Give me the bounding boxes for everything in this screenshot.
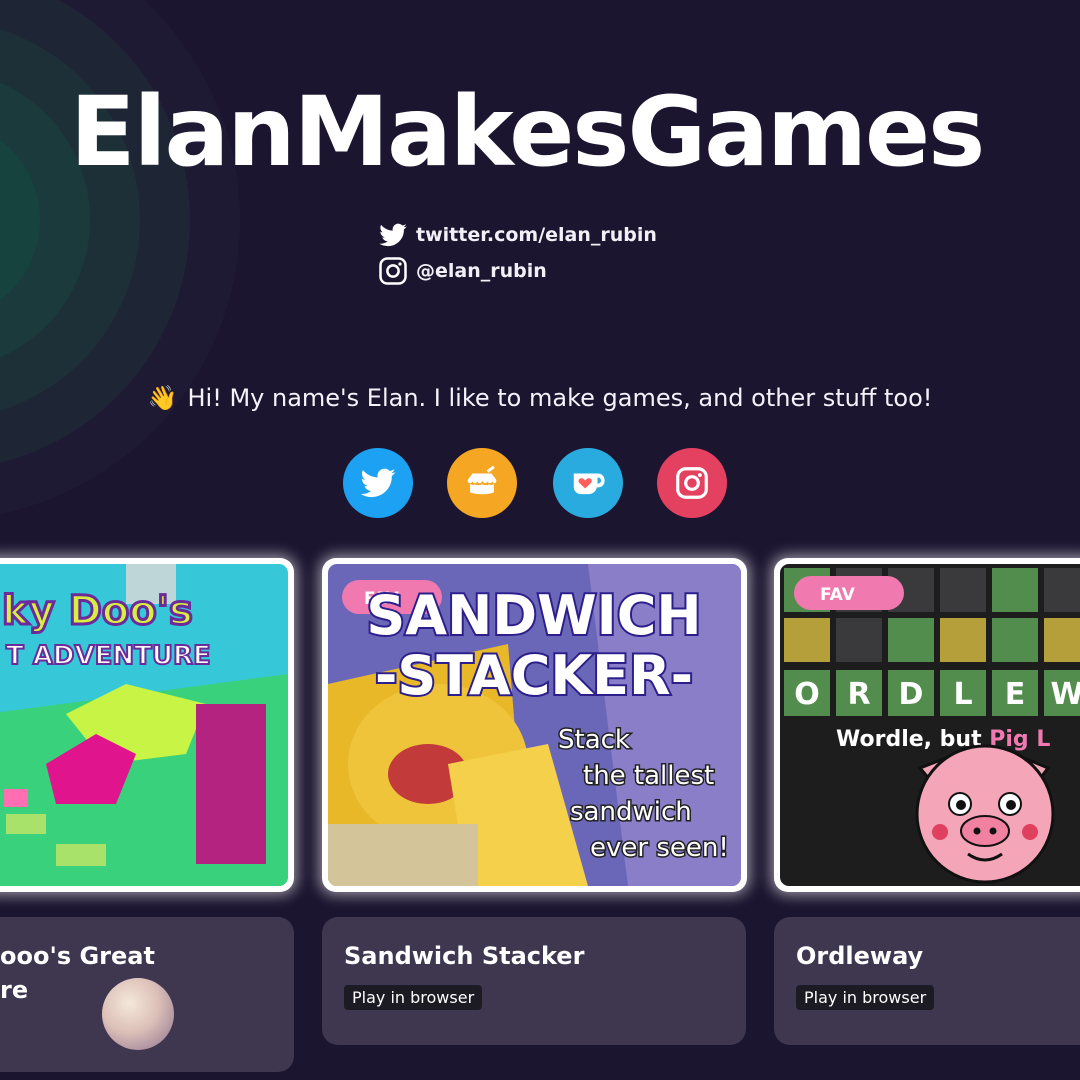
twitter-bird-icon (379, 223, 407, 247)
game-info-card-sandwich-stacker[interactable]: Sandwich Stacker Play in browser (322, 917, 746, 1045)
itchio-button[interactable] (447, 448, 517, 518)
pig-face-illustration (915, 744, 1055, 884)
cover-tagline: Wordle, but Pig L (836, 727, 1050, 752)
twitter-bird-icon (360, 468, 396, 498)
site-title: ElanMakesGames (70, 76, 985, 188)
tile-letter: R (847, 677, 870, 712)
game-cover-art: FAV SANDWICH -STACKER- Stack the tallest… (328, 564, 741, 886)
game-cover-art: ky Doo's T ADVENTURE (0, 564, 288, 886)
game-cover-art: O R D L E W FAV Wordle, but Pig L (780, 564, 1080, 886)
instagram-icon (379, 257, 407, 285)
cover-title-line2: T ADVENTURE (6, 641, 211, 671)
game-cover-sandwich-stacker[interactable]: FAV SANDWICH -STACKER- Stack the tallest… (322, 558, 747, 892)
cover-tagline-4: ever seen! (590, 833, 729, 863)
intro-text: 👋 Hi! My name's Elan. I like to make game… (0, 384, 1080, 412)
twitter-handle-text: twitter.com/elan_rubin (416, 224, 657, 246)
kofi-cup-icon (573, 473, 605, 495)
sandwich-cover-illustration: FAV SANDWICH -STACKER- Stack the tallest… (328, 564, 741, 886)
tile-letter: L (953, 677, 972, 712)
game-title[interactable]: Sandwich Stacker (344, 939, 724, 973)
tile-letter: O (794, 677, 820, 712)
duck-cover-illustration: ky Doo's T ADVENTURE (0, 564, 288, 886)
tile-letter: D (899, 677, 924, 712)
intro-sentence: Hi! My name's Elan. I like to make games… (187, 384, 933, 412)
twitter-handle-link[interactable]: twitter.com/elan_rubin (378, 220, 657, 250)
cover-tagline-2: the tallest (583, 761, 714, 791)
fav-badge-label: FAV (820, 585, 856, 605)
instagram-handle-text: @elan_rubin (416, 260, 547, 282)
itchio-icon (467, 465, 497, 495)
game-info-card-ordleway[interactable]: Ordleway Play in browser (774, 917, 1080, 1045)
floating-moon-decoration (102, 978, 174, 1050)
instagram-button[interactable] (657, 448, 727, 518)
waving-hand-icon: 👋 (147, 384, 178, 412)
tile-letter: E (1005, 677, 1026, 712)
play-in-browser-badge: Play in browser (796, 985, 935, 1010)
twitter-button[interactable] (343, 448, 413, 518)
instagram-icon (676, 467, 708, 499)
cover-tagline-3: sandwich (570, 797, 692, 827)
game-cover-ducky-doo[interactable]: ky Doo's T ADVENTURE (0, 558, 294, 892)
game-cover-ordleway[interactable]: O R D L E W FAV Wordle, but Pig L (774, 558, 1080, 892)
ordleway-cover-illustration: O R D L E W FAV Wordle, but Pig L (780, 564, 1080, 886)
kofi-button[interactable] (553, 448, 623, 518)
play-in-browser-badge: Play in browser (344, 985, 483, 1010)
cover-title-line2: -STACKER- (375, 644, 693, 707)
instagram-handle-link[interactable]: @elan_rubin (378, 256, 547, 286)
cover-title-line1: ky Doo's (2, 588, 193, 634)
tile-letter: W (1050, 677, 1080, 712)
cover-title-line1: SANDWICH (366, 584, 701, 647)
cover-tagline-1: Stack (558, 725, 630, 755)
game-title[interactable]: Ordleway (796, 939, 1078, 973)
